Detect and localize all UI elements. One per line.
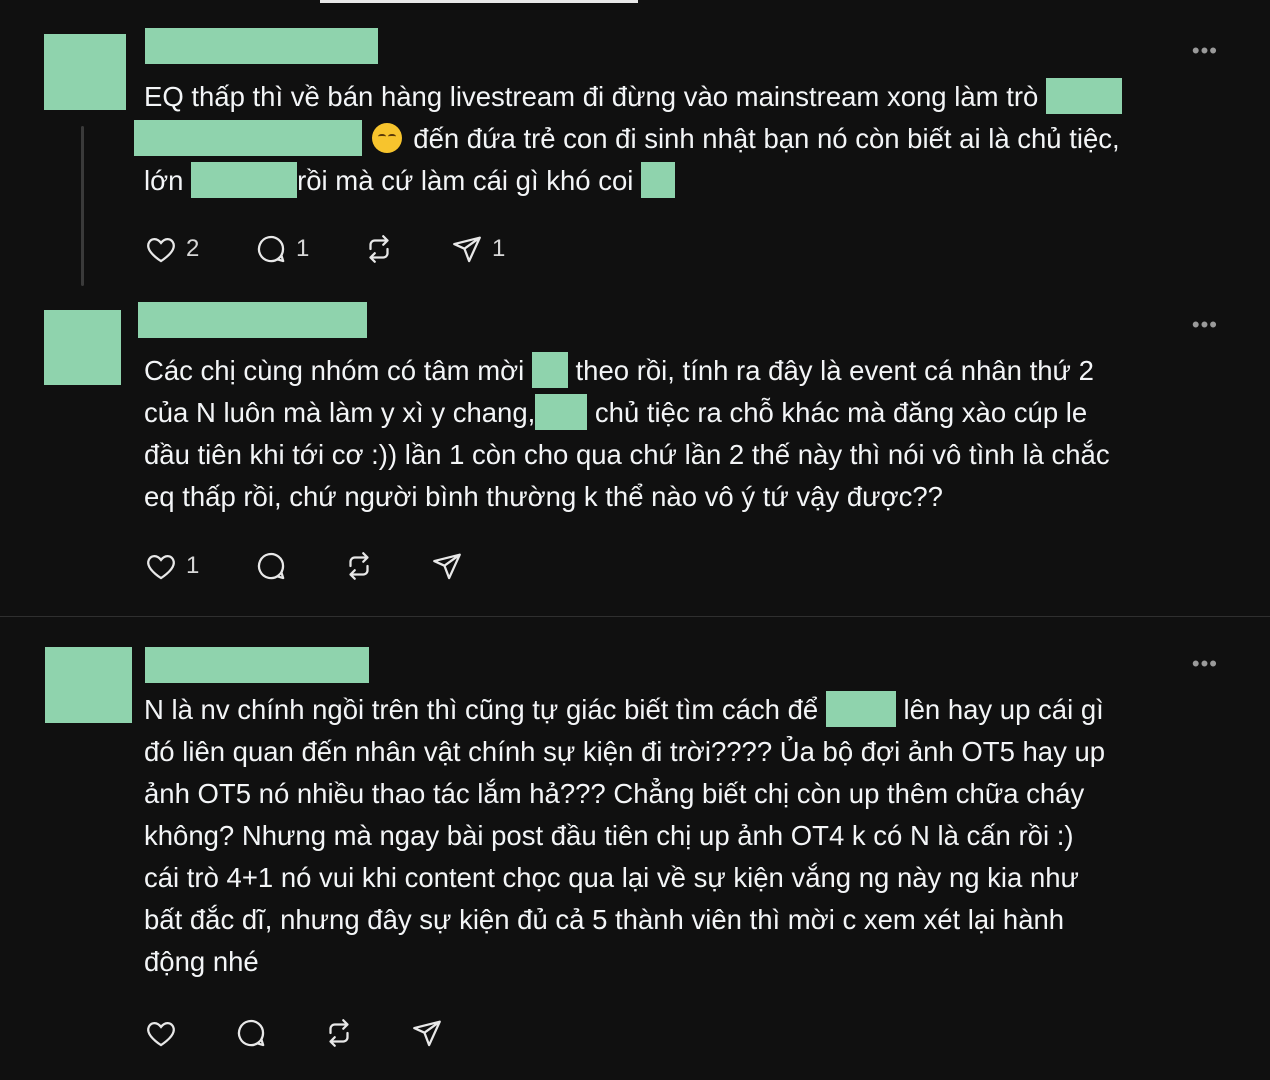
avatar[interactable] xyxy=(44,310,121,385)
heart-icon xyxy=(147,237,175,263)
redacted-block xyxy=(1045,78,1122,114)
tired-face-emoji xyxy=(371,123,402,153)
redacted-block xyxy=(641,162,676,198)
like-button[interactable]: 1 xyxy=(144,548,199,584)
text-segment: EQ thấp thì về bán hàng livestream đi đừ… xyxy=(144,81,1046,112)
reply-button[interactable] xyxy=(254,548,288,584)
text-line: đó liên quan đến nhân vật chính sự kiện … xyxy=(144,736,1106,767)
repost-button[interactable] xyxy=(362,231,396,267)
text-line: bất đắc dĩ, nhưng đây sự kiện đủ cả 5 th… xyxy=(144,904,1065,935)
text-segment: theo rồi, tính ra đây là event cá nhân t… xyxy=(567,355,1094,386)
repost-button[interactable] xyxy=(322,1015,356,1051)
action-bar xyxy=(144,1015,464,1051)
repost-button[interactable] xyxy=(342,548,376,584)
more-icon[interactable]: ••• xyxy=(1192,40,1218,62)
post-2: ••• Các chị cùng nhóm có tâm mời theo rồ… xyxy=(0,300,1270,616)
reply-count: 1 xyxy=(296,235,310,262)
text-segment: rồi mà cứ làm cái gì khó coi xyxy=(297,165,642,196)
redacted-block xyxy=(191,162,298,198)
share-count: 1 xyxy=(492,235,506,262)
share-button[interactable]: 1 xyxy=(450,231,505,267)
redacted-block xyxy=(531,352,568,388)
username-redacted[interactable] xyxy=(145,647,369,683)
avatar[interactable] xyxy=(44,34,126,110)
username-redacted[interactable] xyxy=(145,28,378,64)
username-redacted[interactable] xyxy=(138,302,367,338)
avatar[interactable] xyxy=(45,647,132,723)
text-line: đầu tiên khi tới cơ :)) lần 1 còn cho qu… xyxy=(144,439,1110,470)
send-icon xyxy=(453,236,481,263)
thread-line xyxy=(81,126,84,286)
share-button[interactable] xyxy=(430,548,464,584)
more-icon[interactable]: ••• xyxy=(1192,653,1218,675)
more-icon[interactable]: ••• xyxy=(1192,314,1218,336)
text-line: ảnh OT5 nó nhiều thao tác lắm hả??? Chẳn… xyxy=(144,778,1085,809)
reply-button[interactable] xyxy=(234,1015,268,1051)
comment-icon xyxy=(257,235,285,263)
heart-icon xyxy=(147,554,175,580)
redacted-block xyxy=(134,120,362,156)
repost-icon xyxy=(349,552,369,580)
comment-icon xyxy=(237,1019,265,1047)
text-line: không? Nhưng mà ngay bài post đầu tiên c… xyxy=(144,820,1074,851)
text-segment: đến đứa trẻ con đi sinh nhật bạn nó còn … xyxy=(405,123,1120,154)
redacted-block xyxy=(825,691,896,727)
like-count: 2 xyxy=(186,235,200,262)
heart-icon xyxy=(147,1021,175,1047)
post-text: N là nv chính ngồi trên thì cũng tự giác… xyxy=(144,689,1224,983)
text-segment: chủ tiệc ra chỗ khác mà đăng xào cúp le xyxy=(587,397,1088,428)
text-line: eq thấp rồi, chứ người bình thường k thể… xyxy=(144,481,943,512)
comment-icon xyxy=(257,552,285,580)
like-button[interactable]: 2 xyxy=(144,231,199,267)
send-icon xyxy=(413,1020,441,1047)
text-segment: của N luôn mà làm y xì y chang, xyxy=(144,397,536,428)
like-count: 1 xyxy=(186,552,200,579)
reply-button[interactable]: 1 xyxy=(254,231,309,267)
post-text: Các chị cùng nhóm có tâm mời theo rồi, t… xyxy=(144,350,1224,518)
action-bar: 1 xyxy=(144,548,484,584)
action-bar: 2 1 1 xyxy=(144,231,544,267)
repost-icon xyxy=(369,235,389,263)
text-line: cái trò 4+1 nó vui khi content chọc qua … xyxy=(144,862,1079,893)
post-text: EQ thấp thì về bán hàng livestream đi đừ… xyxy=(134,76,1224,202)
like-button[interactable] xyxy=(144,1015,178,1051)
share-button[interactable] xyxy=(410,1015,444,1051)
text-line: động nhé xyxy=(144,946,259,977)
send-icon xyxy=(433,553,461,580)
redacted-block xyxy=(535,394,588,430)
text-segment: lớn xyxy=(144,165,192,196)
repost-icon xyxy=(329,1019,349,1047)
post-1: ••• EQ thấp thì về bán hàng livestream đ… xyxy=(0,0,1270,300)
text-segment: N là nv chính ngồi trên thì cũng tự giác… xyxy=(144,694,826,725)
post-3: ••• N là nv chính ngồi trên thì cũng tự … xyxy=(0,617,1270,1080)
text-segment: lên hay up cái gì xyxy=(895,694,1104,725)
text-segment: Các chị cùng nhóm có tâm mời xyxy=(144,355,532,386)
